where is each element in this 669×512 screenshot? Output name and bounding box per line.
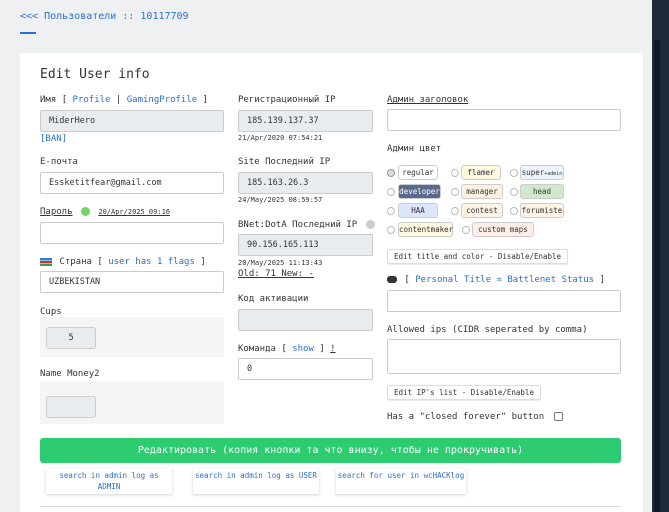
page-title: Edit User info [40,67,150,82]
admin-color-chip-flamer[interactable]: flamer [461,165,501,180]
cups-label: Cups [40,307,62,317]
admin-header-label: Админ заголовок [387,95,469,105]
search-admin-log-as-admin-link[interactable]: search in admin log as ADMIN [46,468,172,494]
admin-color-radio-contest[interactable] [451,207,459,215]
country-input[interactable]: UZBEKISTAN [40,271,224,293]
admin-color-label: Админ цвет [387,144,442,154]
team-show-link[interactable]: show [292,344,314,354]
allowed-ips-textarea[interactable] [387,339,621,374]
admin-color-chip-contest[interactable]: contest [461,203,503,218]
name-label-row: Имя [ Profile | GamingProfile ] [40,95,209,105]
reg-ip-time: 21/Apr/2020 07:54:21 [238,134,323,142]
admin-color-radio-flamer[interactable] [451,169,459,177]
team-label-row: Команда [ show ] ! [238,344,336,354]
activation-input[interactable] [238,309,373,331]
site-ip-time: 24/May/2025 08:59:57 [238,196,323,204]
bnet-label-row: BNet:DotA Последний IP [238,220,375,230]
cups-input[interactable]: 5 [46,327,96,349]
site-ip-input[interactable]: 185.163.26.3 [238,172,373,194]
admin-color-chip-forumiste[interactable]: forumiste [520,203,564,218]
admin-color-radio-regular[interactable] [387,169,395,177]
admin-color-radio-head[interactable] [510,188,518,196]
admin-header-input[interactable] [387,109,621,131]
team-input[interactable]: 0 [238,358,373,380]
reg-ip-label: Регистрационный IP [238,95,336,105]
right-sidebar-strip [652,0,669,512]
admin-color-chip-regular[interactable]: regular [398,165,438,180]
admin-color-chip-custom-maps[interactable]: custom maps [472,222,534,237]
password-label: Пароль [40,207,73,217]
closed-forever-checkbox[interactable] [553,412,563,421]
edit-title-toggle-button[interactable]: Edit title and color - Disable/Enable [387,249,569,264]
admin-color-chip-developer[interactable]: developer [398,184,441,199]
admin-color-radio-super[interactable] [510,169,518,177]
edit-submit-button[interactable]: Редактировать (копия кнопки та что внизу… [40,438,621,463]
admin-color-chip-head[interactable]: head [520,184,564,199]
activation-label: Код активации [238,294,309,304]
personal-title-link[interactable]: Personal Title = Battlenet Status [415,275,594,285]
site-ip-label: Site Последний IP [238,157,331,167]
status-offline-icon [365,220,375,229]
country-label: Страна [59,257,92,267]
closed-forever-row: Has a "closed forever" button [387,412,563,422]
admin-color-radio-manager[interactable] [451,188,459,196]
country-label-row: Страна [ user has 1 flags ] [40,257,206,267]
bnet-ip-input[interactable]: 90.156.165.113 [238,234,373,256]
personal-title-input[interactable] [387,290,621,312]
email-label: E-почта [40,157,78,167]
search-admin-log-as-user-link[interactable]: search in admin log as USER [193,468,319,494]
ban-link[interactable]: [BAN] [40,134,67,144]
search-wchacklog-link[interactable]: search for user in wcHACKlog [336,468,466,494]
admin-color-chip-super[interactable]: super+admin [520,165,564,180]
bottom-divider [40,506,621,507]
breadcrumb-underline [20,32,36,34]
status-online-icon [80,207,90,216]
admin-color-radio-haa[interactable] [387,207,395,215]
admin-color-radio-custom-maps[interactable] [462,226,470,234]
uzbekistan-flag-icon [40,257,52,266]
password-date: 20/Apr/2025 09:16 [98,208,171,216]
name-money-input[interactable] [46,396,96,418]
gamepad-icon [387,276,397,283]
edit-ips-toggle-button[interactable]: Edit IP's list - Disable/Enable [387,385,541,400]
allowed-ips-label: Allowed ips (CIDR seperated by comma) [387,325,588,335]
admin-color-radio-contentmaker[interactable] [387,226,395,234]
name-money-label: Name Money2 [40,369,100,379]
closed-forever-label: Has a "closed forever" button [387,412,545,422]
team-excl-link[interactable]: ! [330,344,335,354]
team-label: Команда [238,344,276,354]
admin-color-radio-forumiste[interactable] [510,207,518,215]
email-input[interactable]: Essketitfear@gmail.com [40,172,224,194]
country-flags-link[interactable]: user has 1 flags [108,257,195,267]
password-input[interactable] [40,222,224,244]
bnet-label: BNet:DotA Последний IP [238,220,358,230]
reg-ip-input[interactable]: 185.139.137.37 [238,110,373,132]
gaming-profile-link[interactable]: GamingProfile [127,95,197,105]
old-new-text: Old: 71 New: - [238,269,314,279]
admin-color-radio-developer[interactable] [387,188,395,196]
profile-link[interactable]: Profile [73,95,111,105]
admin-color-chip-manager[interactable]: manager [461,184,503,199]
breadcrumb[interactable]: <<< Пользователи :: 10117709 [20,11,189,22]
password-label-row: Пароль 20/Apr/2025 09:16 [40,207,170,217]
name-label: Имя [40,95,57,105]
bnet-ip-time: 20/May/2025 11:13:43 [238,259,323,267]
personal-title-row: [ Personal Title = Battlenet Status ] [387,275,605,285]
name-input[interactable]: MiderHero [40,110,224,132]
admin-color-chip-haa[interactable]: HAA [398,203,438,218]
admin-color-chip-contentmaker[interactable]: contentmaker [398,222,453,237]
